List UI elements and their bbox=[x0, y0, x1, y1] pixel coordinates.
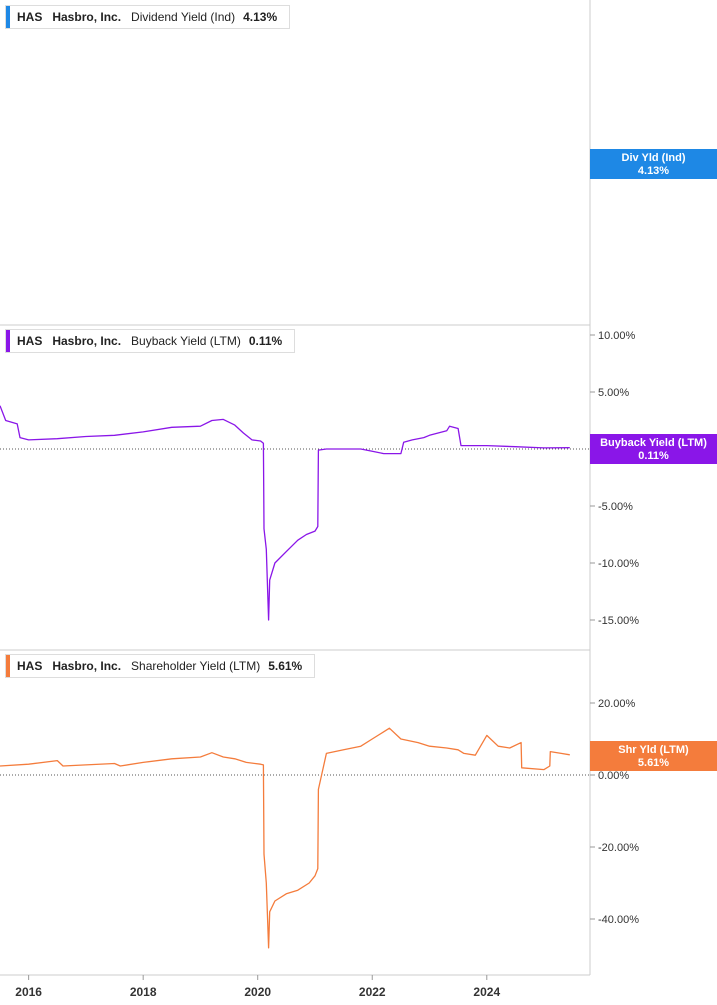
x-tick-label: 2016 bbox=[15, 985, 42, 999]
y-tick-label: 0.00% bbox=[598, 770, 629, 782]
x-tick-label: 2018 bbox=[130, 985, 157, 999]
legend-ticker: HAS bbox=[17, 659, 43, 673]
series-layer bbox=[0, 405, 570, 949]
y-tick-label: 20.00% bbox=[598, 698, 636, 710]
y-tick-label: -10.00% bbox=[598, 558, 639, 570]
series-line bbox=[0, 727, 570, 949]
x-tick-label: 2022 bbox=[359, 985, 386, 999]
x-tick-label: 2024 bbox=[473, 985, 500, 999]
legend-shareholder-yield: HAS Hasbro, Inc. Shareholder Yield (LTM)… bbox=[5, 654, 316, 678]
legend-dividend-yield: HAS Hasbro, Inc. Dividend Yield (Ind) 4.… bbox=[5, 5, 291, 29]
tag-label: Shr Yld (LTM) bbox=[618, 744, 689, 756]
y-tick-label: -5.00% bbox=[598, 501, 633, 513]
legend-value: 5.61% bbox=[268, 659, 303, 673]
tick-layer: 10.00%8.00%7.00%5.00%3.00%2.00%10.00%5.0… bbox=[15, 330, 639, 999]
legend-color-bar bbox=[6, 330, 10, 352]
legend-color-bar bbox=[6, 655, 10, 677]
series-line bbox=[0, 405, 570, 621]
legend-company: Hasbro, Inc. bbox=[52, 659, 122, 673]
legend-value: 0.11% bbox=[248, 334, 283, 348]
tag-div-yld: Div Yld (Ind) 4.13% bbox=[590, 149, 717, 179]
legend-metric: Buyback Yield (LTM) bbox=[131, 334, 241, 348]
tag-value: 5.61% bbox=[637, 757, 670, 769]
legend-company: Hasbro, Inc. bbox=[52, 334, 122, 348]
legend-buyback-yield: HAS Hasbro, Inc. Buyback Yield (LTM) 0.1… bbox=[5, 329, 296, 353]
tag-value: 0.11% bbox=[638, 450, 669, 462]
legend-color-bar bbox=[6, 6, 10, 28]
y-tick-label: 5.00% bbox=[598, 387, 629, 399]
tag-buyback-yield: Buyback Yield (LTM) 0.11% bbox=[590, 434, 717, 464]
tag-label: Buyback Yield (LTM) bbox=[600, 437, 707, 449]
y-tick-label: 10.00% bbox=[598, 330, 636, 342]
legend-metric: Shareholder Yield (LTM) bbox=[131, 659, 261, 673]
legend-company: Hasbro, Inc. bbox=[52, 10, 122, 24]
legend-ticker: HAS bbox=[17, 334, 43, 348]
tag-shr-yld: Shr Yld (LTM) 5.61% bbox=[590, 741, 717, 771]
tag-value: 4.13% bbox=[637, 165, 670, 177]
y-tick-label: -20.00% bbox=[598, 842, 639, 854]
y-tick-label: -40.00% bbox=[598, 914, 639, 926]
legend-metric: Dividend Yield (Ind) bbox=[131, 10, 236, 24]
legend-value: 4.13% bbox=[243, 10, 278, 24]
legend-ticker: HAS bbox=[17, 10, 43, 24]
y-tick-label: -15.00% bbox=[598, 615, 639, 627]
x-tick-label: 2020 bbox=[244, 985, 271, 999]
tag-label: Div Yld (Ind) bbox=[621, 152, 686, 164]
grid-layer bbox=[0, 0, 591, 976]
